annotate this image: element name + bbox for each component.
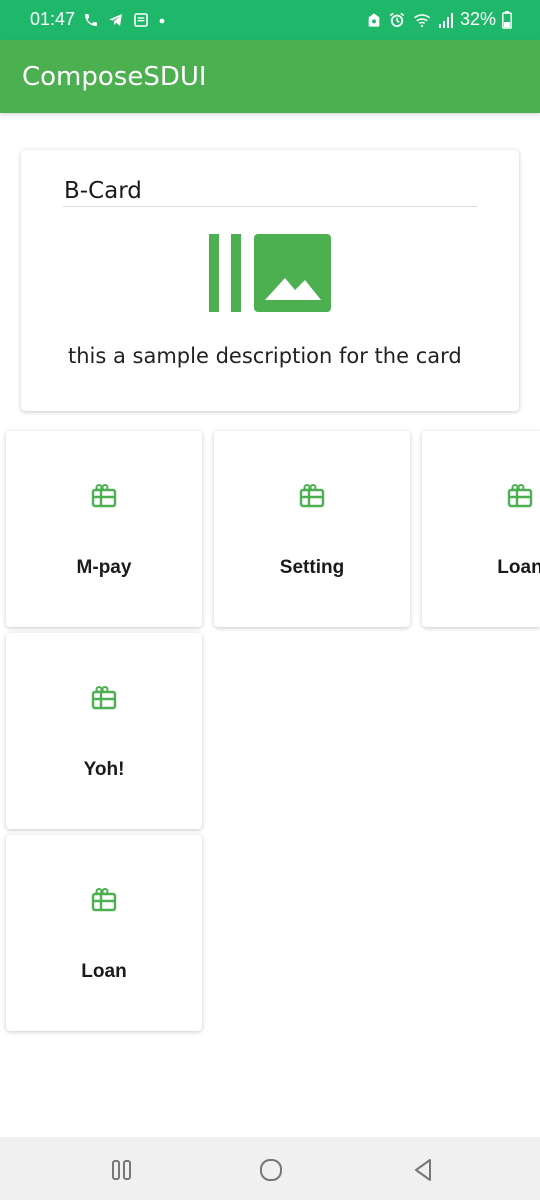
tile-label: Setting <box>279 557 345 578</box>
status-left: 01:47 <box>30 9 167 30</box>
card-giftcard-icon <box>507 483 533 509</box>
telegram-icon <box>107 12 125 28</box>
card-giftcard-icon <box>91 685 117 711</box>
image-placeholder-icon <box>209 234 331 312</box>
b-card-divider <box>63 206 477 207</box>
vpn-icon <box>366 11 382 29</box>
battery-icon <box>502 10 512 29</box>
dot-icon <box>157 12 167 28</box>
b-card-title: B-Card <box>64 178 142 204</box>
recent-apps-icon[interactable] <box>107 1155 137 1185</box>
tile-setting[interactable]: Setting <box>214 431 410 627</box>
tile-m-pay[interactable]: M-pay <box>6 431 202 627</box>
app-title: ComposeSDUI <box>22 62 207 92</box>
home-icon[interactable] <box>256 1155 286 1185</box>
back-icon[interactable] <box>408 1155 438 1185</box>
tile-loan-2[interactable]: Loan <box>6 835 202 1031</box>
tile-loan[interactable]: Loan <box>422 431 540 627</box>
navigation-bar <box>0 1137 540 1200</box>
card-giftcard-icon <box>91 483 117 509</box>
tile-yoh[interactable]: Yoh! <box>6 633 202 829</box>
screen: 01:47 32% ComposeSDUI B-Card this a samp… <box>0 0 540 1200</box>
card-giftcard-icon <box>299 483 325 509</box>
tile-label: M-pay <box>76 557 132 578</box>
b-card[interactable]: B-Card this a sample description for the… <box>21 150 519 411</box>
b-card-description: this a sample description for the card <box>68 344 462 368</box>
status-bar: 01:47 32% <box>0 0 540 40</box>
battery-percent: 32% <box>459 9 496 29</box>
alarm-icon <box>388 11 406 29</box>
tile-label: Yoh! <box>83 759 125 780</box>
wifi-icon <box>412 11 432 29</box>
status-right: 32% <box>366 9 512 30</box>
app-bar: ComposeSDUI <box>0 40 540 113</box>
signal-icon <box>438 11 454 29</box>
tile-label: Loan <box>497 557 540 578</box>
tile-label: Loan <box>81 961 127 982</box>
phone-icon <box>83 12 99 28</box>
status-time: 01:47 <box>30 9 76 29</box>
card-giftcard-icon <box>91 887 117 913</box>
message-icon <box>133 12 149 28</box>
